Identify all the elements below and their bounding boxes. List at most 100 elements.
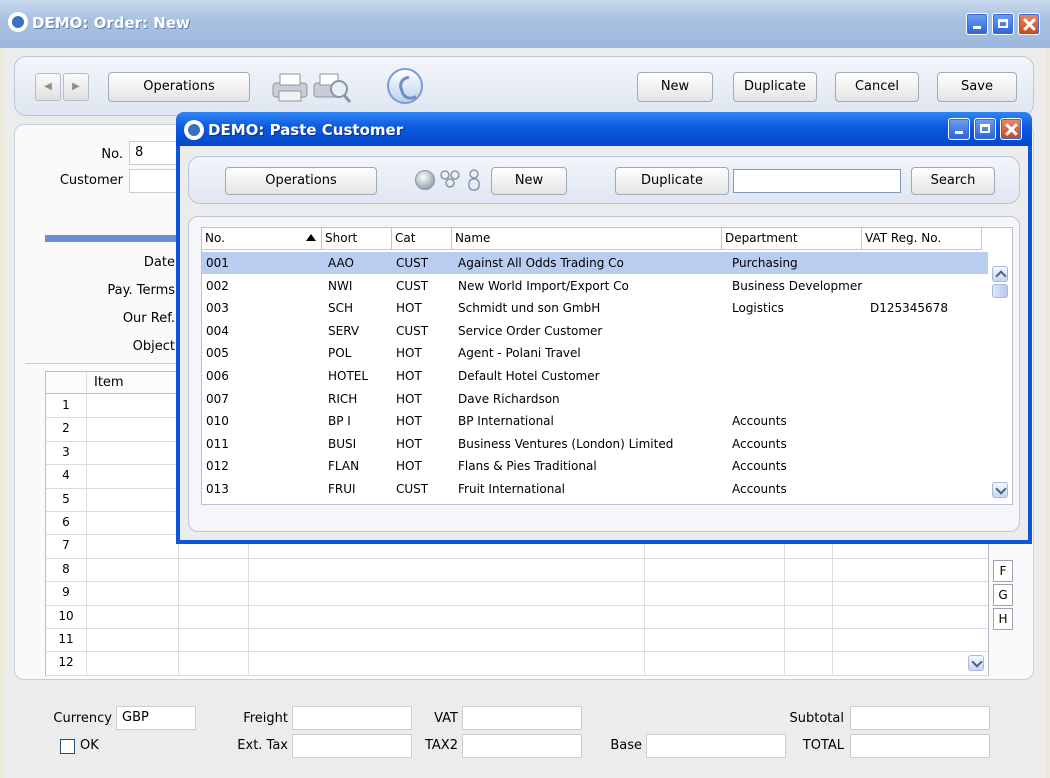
dialog-list-panel: No. Short Cat Name Department VAT Reg. No. 00… — [188, 216, 1020, 532]
new-button[interactable]: New — [637, 72, 713, 102]
printer-icon[interactable] — [270, 71, 310, 103]
column-header-no[interactable]: No. — [202, 228, 322, 250]
paste-customer-dialog[interactable]: DEMO: Paste Customer Operations New Dupl… — [176, 112, 1032, 544]
list-row[interactable] — [202, 478, 988, 500]
vat-field[interactable] — [462, 706, 582, 730]
list-row[interactable] — [202, 388, 988, 410]
tax2-label: TAX2 — [424, 738, 458, 753]
side-tab-g[interactable]: G — [993, 584, 1013, 606]
dialog-operations-button[interactable]: Operations — [225, 167, 377, 195]
grid-row-number: 4 — [62, 468, 70, 483]
list-cell-cat: HOT — [396, 436, 422, 451]
list-cell-cat: HOT — [396, 369, 422, 383]
list-cell-short: BUSI — [328, 436, 357, 451]
list-cell-department: Accounts — [732, 459, 787, 474]
column-header-cat[interactable]: Cat — [392, 228, 452, 250]
dialog-duplicate-button[interactable]: Duplicate — [615, 167, 729, 195]
grid-row-number: 6 — [62, 515, 70, 529]
list-cell-department: Accounts — [732, 414, 787, 429]
currency-field[interactable]: GBP — [116, 706, 196, 730]
freight-label: Freight — [243, 711, 288, 726]
list-cell-short: FRUI — [328, 482, 356, 496]
list-cell-short: NWI — [328, 278, 353, 293]
list-cell-no: 006 — [206, 369, 229, 383]
list-scroll-down-icon[interactable] — [992, 482, 1008, 498]
our-ref-label: Our Ref. — [122, 311, 175, 326]
duplicate-button[interactable]: Duplicate — [733, 72, 817, 102]
date-label: Date — [143, 255, 175, 270]
close-icon[interactable] — [1018, 13, 1040, 35]
save-button[interactable]: Save — [937, 72, 1017, 102]
grid-row-number: 5 — [62, 491, 70, 506]
dialog-new-button[interactable]: New — [491, 167, 567, 195]
cancel-button[interactable]: Cancel — [835, 72, 919, 102]
previous-record-button[interactable]: ◀ — [35, 73, 61, 101]
column-header-department[interactable]: Department — [722, 228, 862, 250]
total-label: TOTAL — [802, 738, 844, 753]
print-preview-icon[interactable] — [312, 71, 352, 103]
dialog-toolbar: Operations New Duplicate Search — [188, 156, 1020, 204]
list-cell-no: 004 — [206, 323, 229, 338]
grid-row-line — [46, 628, 988, 629]
ext-tax-label: Ext. Tax — [237, 738, 288, 753]
list-cell-department: Business Developmer — [732, 278, 863, 293]
tax2-field[interactable] — [462, 734, 582, 758]
list-cell-cat: HOT — [396, 391, 422, 406]
ok-checkbox[interactable] — [60, 739, 75, 754]
operations-button[interactable]: Operations — [108, 72, 250, 102]
phone-icon[interactable] — [387, 68, 423, 104]
dialog-maximize-icon[interactable] — [974, 118, 996, 140]
list-cell-name: Dave Richardson — [458, 391, 560, 406]
minimize-icon[interactable] — [966, 13, 988, 35]
base-label: Base — [610, 738, 642, 753]
grid-row-line — [46, 557, 988, 559]
subtotal-label: Subtotal — [789, 711, 844, 726]
freight-field[interactable] — [292, 706, 412, 730]
customer-list[interactable]: No. Short Cat Name Department VAT Reg. No. 00… — [201, 227, 1013, 505]
grid-row-line — [46, 651, 988, 653]
order-number-field[interactable]: 8 — [129, 141, 179, 165]
main-titlebar[interactable]: DEMO: Order: New — [0, 0, 1050, 48]
next-record-button[interactable]: ▶ — [63, 73, 89, 101]
globe-icon[interactable] — [415, 170, 435, 190]
column-header-short[interactable]: Short — [322, 228, 392, 250]
list-cell-cat: CUST — [396, 256, 429, 270]
customer-label: Customer — [59, 173, 123, 188]
grid-scroll-down-icon[interactable] — [968, 655, 984, 671]
maximize-icon[interactable] — [992, 13, 1014, 35]
side-tab-f[interactable]: F — [993, 560, 1013, 582]
list-scroll-up-icon[interactable] — [992, 266, 1008, 282]
grid-row-number: 2 — [62, 421, 70, 436]
total-field[interactable] — [850, 734, 990, 758]
dialog-close-icon[interactable] — [1000, 118, 1022, 140]
list-cell-no: 001 — [206, 256, 229, 270]
header-divider — [45, 235, 185, 242]
column-header-vat[interactable]: VAT Reg. No. — [862, 228, 982, 250]
pay-terms-label: Pay. Terms — [107, 283, 175, 298]
side-tab-h[interactable]: H — [993, 608, 1013, 630]
dialog-titlebar[interactable]: DEMO: Paste Customer — [176, 112, 1032, 146]
customer-field[interactable] — [129, 169, 179, 193]
grid-row-number: 8 — [62, 561, 70, 576]
grid-row-number: 11 — [58, 632, 74, 646]
list-scroll-thumb[interactable] — [992, 284, 1008, 298]
search-button[interactable]: Search — [911, 167, 995, 195]
item-column-header: Item — [94, 375, 124, 390]
person-icon[interactable] — [467, 169, 481, 191]
list-cell-cat: CUST — [396, 482, 429, 496]
group-icon[interactable] — [439, 169, 461, 191]
list-cell-name: Fruit International — [458, 482, 566, 496]
list-row[interactable] — [202, 342, 988, 364]
dialog-minimize-icon[interactable] — [948, 118, 970, 140]
subtotal-field[interactable] — [850, 706, 990, 730]
list-cell-no: 012 — [206, 459, 229, 474]
list-row[interactable] — [202, 410, 988, 432]
currency-label: Currency — [53, 711, 112, 726]
search-input[interactable] — [733, 169, 901, 193]
grid-row-number: 1 — [62, 398, 70, 412]
list-cell-no: 010 — [206, 414, 229, 429]
list-cell-no: 007 — [206, 391, 229, 406]
dialog-client: Operations New Duplicate Search No. Short… — [180, 146, 1028, 540]
ext-tax-field[interactable] — [292, 734, 412, 758]
column-header-name[interactable]: Name — [452, 228, 722, 250]
